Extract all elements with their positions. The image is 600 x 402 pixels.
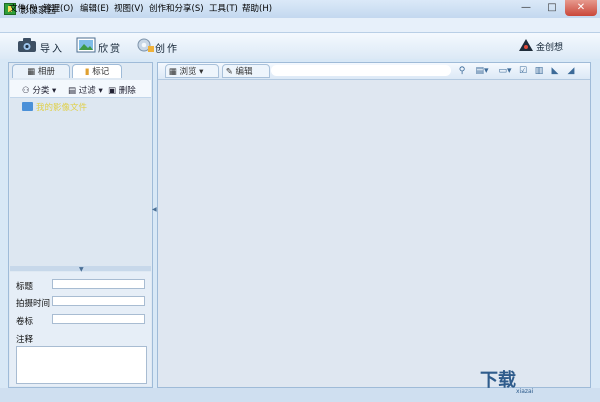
pencil-icon: ✎ — [225, 67, 236, 77]
folder-tree — [10, 98, 151, 266]
photo-browser-area[interactable] — [158, 80, 590, 387]
rotate-left-icon[interactable]: ◣ — [550, 66, 560, 76]
category-label: 分类 — [32, 86, 50, 96]
camera-icon[interactable] — [17, 37, 37, 53]
gear-icon[interactable] — [135, 37, 155, 53]
menu-tools[interactable]: 工具(T) — [209, 2, 238, 14]
note-label: 注释 — [16, 335, 34, 345]
chevron-down-icon: ▾ — [196, 67, 204, 77]
note-field[interactable] — [16, 346, 147, 384]
title-field[interactable] — [52, 279, 145, 289]
tab-edit[interactable]: ✎ 编辑 — [222, 64, 270, 78]
menu-view[interactable]: 视图(V) — [114, 2, 143, 14]
filter-button[interactable]: ▤ 过滤 ▾ — [68, 84, 103, 96]
delete-icon: ▣ — [108, 86, 119, 96]
tab-browse-label: 浏览 — [179, 67, 197, 77]
tree-item-root[interactable]: 我的影像文件 — [36, 101, 87, 113]
import-button[interactable]: 导入 — [40, 40, 64, 55]
watermark: 下载 — [480, 370, 516, 391]
create-button[interactable]: 创作 — [155, 40, 179, 55]
brand-logo — [518, 38, 534, 52]
tab-edit-label: 编辑 — [235, 67, 253, 77]
watermark-sub: xiazai — [516, 388, 534, 395]
tab-browse[interactable]: ▦ 浏览 ▾ — [165, 64, 219, 78]
category-button[interactable]: ⚇ 分类 ▾ — [22, 84, 56, 96]
mark-label: 卷标 — [16, 317, 34, 327]
sort-icon[interactable]: ▭▾ — [497, 66, 513, 76]
delete-label: 删除 — [118, 86, 136, 96]
filter-label: 过滤 — [78, 86, 96, 96]
arrow-left-icon[interactable]: ◀ — [152, 206, 157, 213]
menu-manage[interactable]: 管理(O) — [43, 2, 73, 14]
view-mode-icon[interactable]: ▤▾ — [474, 66, 490, 76]
category-icon: ⚇ — [22, 86, 33, 96]
chevron-down-icon: ▾ — [95, 86, 103, 96]
tab-album[interactable]: ▦ 相册 — [12, 64, 70, 78]
delete-button[interactable]: ▣ 删除 — [108, 84, 136, 96]
menu-create-share[interactable]: 创作和分享(S) — [149, 2, 204, 14]
close-button[interactable]: ✕ — [565, 0, 597, 16]
brand-name: 金创想 — [536, 43, 564, 53]
minimize-button[interactable]: — — [513, 0, 539, 16]
search-icon[interactable]: ⚲ — [457, 66, 467, 76]
browse-icon: ▦ — [168, 67, 180, 77]
time-field[interactable] — [52, 296, 145, 306]
menu-bar — [0, 18, 600, 33]
menu-edit[interactable]: 编辑(E) — [80, 2, 109, 14]
maximize-button[interactable]: □ — [539, 0, 565, 16]
picture-icon[interactable] — [76, 37, 96, 53]
tab-notes[interactable]: ▮ 标记 — [72, 64, 122, 78]
trash-icon[interactable]: ▥ — [534, 66, 544, 76]
mark-field[interactable] — [52, 314, 145, 324]
view-button[interactable]: 欣赏 — [98, 40, 122, 55]
chevron-down-icon: ▾ — [49, 86, 57, 96]
folder-icon — [22, 102, 33, 111]
search-input[interactable] — [271, 65, 451, 76]
rotate-right-icon[interactable]: ◢ — [566, 66, 576, 76]
menu-help[interactable]: 帮助(H) — [242, 2, 272, 14]
filter-icon: ▤ — [68, 86, 79, 96]
time-label: 拍摄时间 — [16, 299, 51, 309]
menu-file[interactable]: 文件(F) — [9, 2, 38, 14]
check-icon[interactable]: ☑ — [518, 66, 528, 76]
tab-album-label: 相册 — [37, 67, 55, 77]
grid-icon: ▦ — [27, 67, 38, 77]
tab-notes-label: 标记 — [92, 67, 110, 77]
title-label: 标题 — [16, 282, 34, 292]
